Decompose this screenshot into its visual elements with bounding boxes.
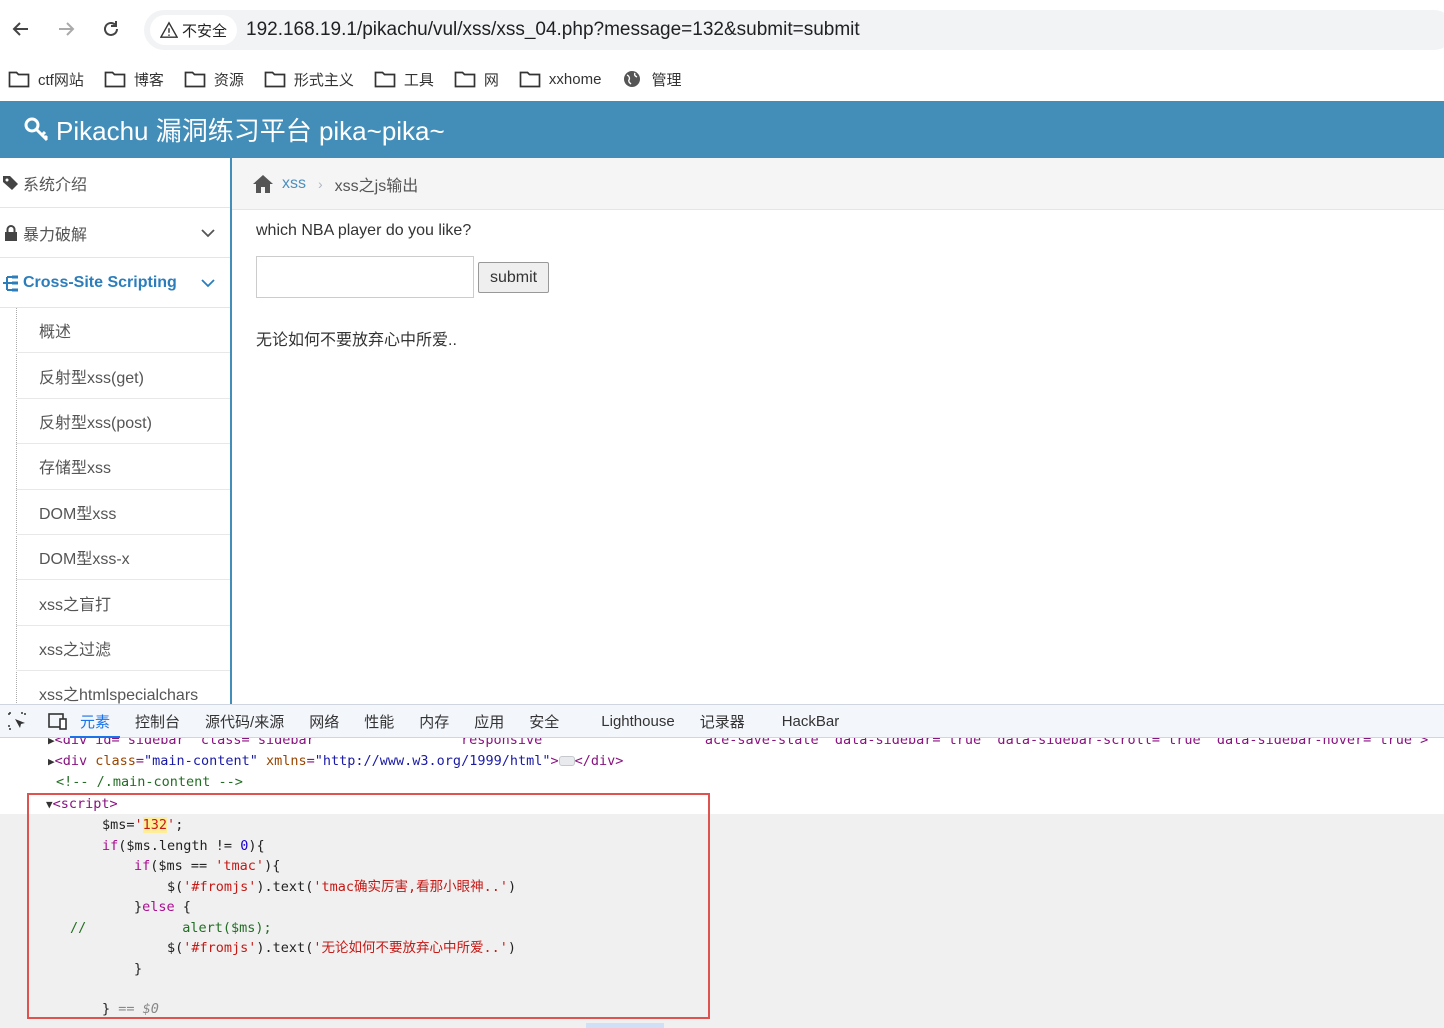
dom-line-comment[interactable]: <!-- /.main-content -->: [56, 772, 243, 792]
reload-icon: [104, 21, 118, 36]
bookmark-net[interactable]: 网: [454, 69, 499, 90]
devtools-tab-lighthouse[interactable]: Lighthouse: [601, 704, 674, 738]
bookmarks-bar: ctf网站 博客 资源 形式主义 工具 网 xxhome 管理: [0, 60, 1444, 98]
breadcrumb-separator-icon: ›: [318, 175, 323, 192]
devtools-elements-panel: ▶<div id="sidebar" class="sidebar respon…: [0, 738, 1444, 1028]
url-text[interactable]: 192.168.19.1/pikachu/vul/xss/xss_04.php?…: [246, 19, 860, 41]
bookmark-ctf[interactable]: ctf网站: [8, 69, 84, 90]
devtools-tab-security[interactable]: 安全: [529, 704, 559, 738]
sidebar-subitem-reflected-post[interactable]: 反射型xss(post): [16, 399, 230, 445]
ellipsis-icon[interactable]: [558, 756, 575, 766]
inspect-element-icon[interactable]: [6, 710, 28, 732]
chevron-down-icon: [201, 229, 215, 238]
devtools-tab-hackbar[interactable]: HackBar: [782, 704, 840, 738]
bookmark-tools[interactable]: 工具: [374, 69, 434, 90]
sidebar: 系统介绍 暴力破解 Cross-Site Scripting 概述 反射型xss…: [0, 158, 232, 704]
bookmark-blog[interactable]: 博客: [104, 69, 164, 90]
app-header: Pikachu 漏洞练习平台 pika~pika~: [0, 101, 1444, 158]
devtools-tab-elements[interactable]: 元素: [69, 704, 121, 738]
folder-icon: [519, 71, 541, 88]
sidebar-subitem-blind[interactable]: xss之盲打: [16, 580, 230, 626]
devtools-tab-console[interactable]: 控制台: [135, 704, 180, 738]
devtools-tabbar: 元素 控制台 源代码/来源 网络 性能 内存 应用 安全 Lighthouse …: [0, 704, 1444, 738]
sidebar-item-bruteforce[interactable]: 暴力破解: [0, 208, 230, 258]
security-label: 不安全: [182, 22, 228, 40]
sidebar-subitem-htmlspecialchars[interactable]: xss之htmlspecialchars: [16, 671, 230, 704]
devtools-tab-network[interactable]: 网络: [309, 704, 339, 738]
breadcrumb-current: xss之js输出: [334, 177, 419, 195]
sidebar-subitem-dom-x[interactable]: DOM型xss-x: [16, 535, 230, 581]
reload-button[interactable]: [96, 14, 126, 44]
sidebar-subitem-overview[interactable]: 概述: [16, 308, 230, 354]
sidebar-item-intro[interactable]: 系统介绍: [0, 158, 230, 208]
devtools-tab-sources[interactable]: 源代码/来源: [205, 704, 284, 738]
folder-icon: [8, 71, 30, 88]
bookmark-manage[interactable]: 管理: [621, 69, 681, 90]
arrow-left-icon: [12, 22, 28, 36]
xss-submenu: 概述 反射型xss(get) 反射型xss(post) 存储型xss DOM型x…: [0, 308, 230, 704]
submit-button[interactable]: submit: [478, 262, 549, 293]
sitemap-icon: [3, 275, 18, 291]
dom-line-sidebar[interactable]: ▶<div id="sidebar" class="sidebar respon…: [48, 738, 1428, 750]
tags-icon: [3, 175, 18, 190]
question-label: which NBA player do you like?: [256, 222, 472, 239]
back-button[interactable]: [6, 14, 36, 44]
bookmark-xxhome[interactable]: xxhome: [519, 69, 601, 89]
result-text: 无论如何不要放弃心中所爱..: [256, 332, 457, 349]
device-toolbar-icon[interactable]: [46, 710, 68, 732]
devtools-tab-application[interactable]: 应用: [474, 704, 504, 738]
sidebar-item-xss[interactable]: Cross-Site Scripting: [0, 258, 230, 308]
annotation-red-box: [27, 793, 710, 1019]
sidebar-subitem-stored[interactable]: 存储型xss: [16, 444, 230, 490]
devtools-tab-memory[interactable]: 内存: [419, 704, 449, 738]
security-chip[interactable]: 不安全: [150, 15, 238, 45]
forward-button[interactable]: [51, 14, 81, 44]
sidebar-subitem-reflected-get[interactable]: 反射型xss(get): [16, 353, 230, 399]
address-bar[interactable]: 不安全 192.168.19.1/pikachu/vul/xss/xss_04.…: [144, 10, 1444, 50]
devtools-tab-performance[interactable]: 性能: [364, 704, 394, 738]
devtools-tab-recorder[interactable]: 记录器: [700, 704, 745, 738]
folder-icon: [184, 71, 206, 88]
chevron-down-icon: [201, 279, 215, 288]
expand-triangle-icon[interactable]: ▶: [48, 738, 55, 747]
folder-icon: [264, 71, 286, 88]
globe-icon: [624, 71, 641, 87]
dom-line-main-content[interactable]: ▶<div class="main-content" xmlns="http:/…: [48, 751, 623, 771]
expand-triangle-icon[interactable]: ▶: [48, 755, 55, 768]
sidebar-subitem-filter[interactable]: xss之过滤: [16, 626, 230, 672]
warning-icon: [160, 21, 178, 38]
key-icon: [24, 117, 49, 141]
folder-icon: [374, 71, 396, 88]
arrow-right-icon: [59, 22, 75, 36]
lock-icon: [5, 224, 17, 241]
folder-icon: [454, 71, 476, 88]
breadcrumb: xss › xss之js输出: [232, 158, 1444, 210]
sidebar-subitem-dom[interactable]: DOM型xss: [16, 490, 230, 535]
browser-toolbar: 不安全 192.168.19.1/pikachu/vul/xss/xss_04.…: [0, 0, 1444, 60]
folder-icon: [104, 71, 126, 88]
main-content: which NBA player do you like? submit 无论如…: [232, 210, 1444, 704]
breadcrumb-link-xss[interactable]: xss: [282, 175, 306, 193]
bookmark-formalism[interactable]: 形式主义: [264, 69, 354, 90]
app-title[interactable]: Pikachu 漏洞练习平台 pika~pika~: [56, 111, 445, 148]
horizontal-scrollbar[interactable]: [586, 1023, 664, 1028]
message-input[interactable]: [256, 256, 474, 298]
home-icon[interactable]: [252, 174, 274, 194]
bookmark-resources[interactable]: 资源: [184, 69, 244, 90]
